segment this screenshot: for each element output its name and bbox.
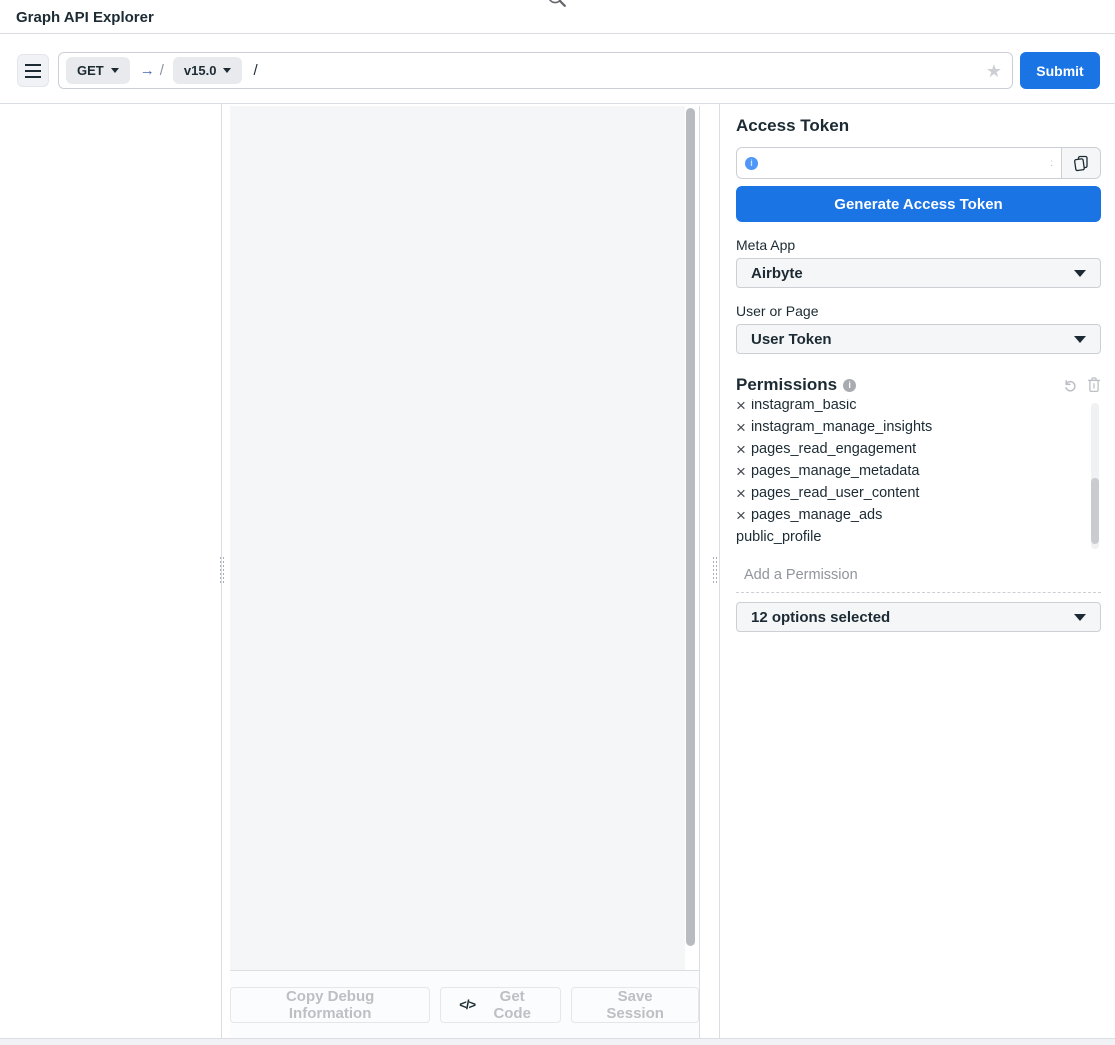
permission-item: × pages_read_engagement: [736, 438, 1101, 460]
remove-permission-icon[interactable]: ×: [736, 507, 746, 524]
info-icon[interactable]: i: [843, 379, 856, 392]
remove-permission-icon[interactable]: ×: [736, 485, 746, 502]
remove-permission-icon[interactable]: ×: [736, 463, 746, 480]
app-header: Graph API Explorer: [0, 0, 1115, 34]
chevron-down-icon: [111, 68, 119, 73]
dashed-divider: [736, 592, 1101, 593]
permission-item: × pages_read_user_content: [736, 482, 1101, 504]
copy-token-button[interactable]: [1061, 147, 1101, 179]
meta-app-value: Airbyte: [751, 265, 803, 282]
info-icon[interactable]: i: [745, 157, 758, 170]
trash-icon[interactable]: [1087, 377, 1101, 393]
remove-permission-icon[interactable]: ×: [736, 441, 746, 458]
save-session-button[interactable]: Save Session: [571, 987, 699, 1023]
user-or-page-dropdown[interactable]: User Token: [736, 324, 1101, 354]
search-icon[interactable]: [546, 0, 568, 9]
path-separator: /: [160, 62, 164, 79]
permission-item: × pages_manage_metadata: [736, 460, 1101, 482]
permissions-header: Permissions i: [736, 376, 1101, 394]
copy-icon: [1072, 154, 1090, 172]
page-bottom-strip: [0, 1038, 1115, 1045]
code-icon: </>: [459, 997, 475, 1012]
api-version-label: v15.0: [184, 63, 217, 78]
request-toolbar: GET → / v15.0 / ★ Submit: [0, 34, 1115, 104]
permission-item: × instagram_manage_insights: [736, 416, 1101, 438]
submit-button[interactable]: Submit: [1020, 52, 1100, 89]
access-token-panel: Access Token i : Generate Access Token M…: [719, 104, 1115, 1038]
request-path-input[interactable]: /: [253, 62, 257, 79]
token-overflow-dots: :: [1050, 158, 1053, 169]
page-title: Graph API Explorer: [16, 9, 154, 26]
permissions-heading: Permissions: [736, 376, 837, 394]
chevron-down-icon: [1074, 270, 1086, 277]
http-method-dropdown[interactable]: GET: [66, 57, 130, 84]
permissions-options-dropdown[interactable]: 12 options selected: [736, 602, 1101, 632]
permissions-scrollbar[interactable]: [1091, 403, 1099, 549]
response-viewer[interactable]: [230, 106, 685, 970]
arrow-right-icon: →: [140, 62, 155, 79]
response-footer-bar: Copy Debug Information </> Get Code Save…: [230, 970, 699, 1038]
request-bar[interactable]: GET → / v15.0 / ★: [58, 52, 1013, 89]
response-panel: Copy Debug Information </> Get Code Save…: [230, 106, 700, 1038]
chevron-down-icon: [1074, 614, 1086, 621]
user-or-page-value: User Token: [751, 331, 832, 348]
remove-permission-icon[interactable]: ×: [736, 419, 746, 436]
api-version-dropdown[interactable]: v15.0: [173, 57, 243, 84]
left-sidebar-panel: [0, 104, 222, 1038]
permission-item: × pages_manage_ads: [736, 504, 1101, 526]
copy-debug-button[interactable]: Copy Debug Information: [230, 987, 430, 1023]
meta-app-label: Meta App: [736, 237, 1101, 253]
meta-app-dropdown[interactable]: Airbyte: [736, 258, 1101, 288]
http-method-label: GET: [77, 63, 104, 78]
access-token-input[interactable]: i :: [736, 147, 1061, 179]
graph-api-explorer-app: Graph API Explorer GET → / v15.0 / ★ Sub…: [0, 0, 1115, 1045]
options-selected-label: 12 options selected: [751, 609, 890, 626]
scrollbar-thumb[interactable]: [686, 108, 695, 946]
permission-item: public_profile: [736, 526, 1101, 548]
hamburger-icon: [25, 64, 41, 66]
response-scrollbar[interactable]: [686, 107, 695, 950]
get-code-button[interactable]: </> Get Code: [440, 987, 561, 1023]
user-or-page-label: User or Page: [736, 303, 1101, 319]
scrollbar-thumb[interactable]: [1091, 478, 1099, 544]
chevron-down-icon: [1074, 336, 1086, 343]
chevron-down-icon: [223, 68, 231, 73]
menu-button[interactable]: [17, 54, 49, 87]
permission-item: × instagram_basic: [736, 399, 1101, 416]
favorite-star-icon[interactable]: ★: [986, 62, 1002, 80]
remove-permission-icon[interactable]: ×: [736, 399, 746, 414]
add-permission-input[interactable]: Add a Permission: [736, 567, 1101, 583]
token-row: i :: [736, 147, 1101, 179]
access-token-heading: Access Token: [736, 117, 1101, 135]
generate-access-token-button[interactable]: Generate Access Token: [736, 186, 1101, 222]
panel-resizer-handle[interactable]: [219, 556, 228, 588]
undo-icon[interactable]: [1063, 378, 1078, 393]
permissions-list[interactable]: × instagram_basic × instagram_manage_ins…: [736, 399, 1101, 549]
